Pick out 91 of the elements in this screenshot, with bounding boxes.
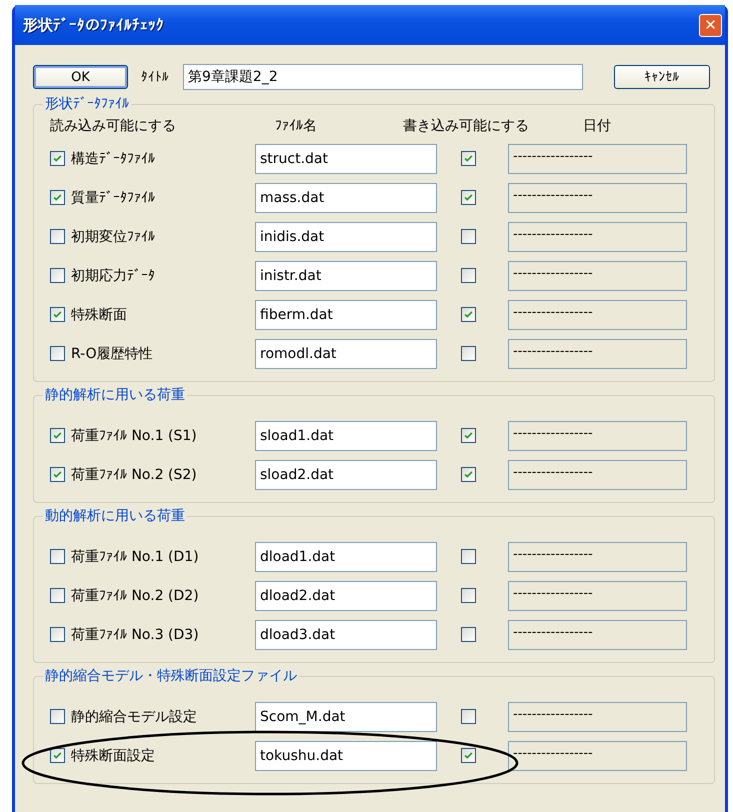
date-field: ----------------- xyxy=(508,222,687,252)
cancel-button[interactable]: ｷｬﾝｾﾙ xyxy=(614,65,710,89)
checkbox[interactable] xyxy=(461,748,476,763)
checkmark-icon xyxy=(463,192,474,203)
date-field: ----------------- xyxy=(508,620,687,650)
group-title: 静的縮合モデル・特殊断面設定ファイル xyxy=(44,667,298,685)
checkbox[interactable] xyxy=(461,588,476,603)
checkbox[interactable] xyxy=(50,467,65,482)
filename-field[interactable]: mass.dat xyxy=(255,182,437,212)
date-field: ----------------- xyxy=(508,182,687,212)
checkbox-label: 荷重ﾌｧｲﾙ No.2 (D2) xyxy=(71,586,199,604)
column-header: 書き込み可能にする xyxy=(403,117,530,135)
checkbox[interactable] xyxy=(461,549,476,564)
column-header: ﾌｧｲﾙ名 xyxy=(275,117,318,135)
checkbox[interactable] xyxy=(461,428,476,443)
checkbox[interactable] xyxy=(50,748,65,763)
checkbox-label: 荷重ﾌｧｲﾙ No.3 (D3) xyxy=(71,626,199,644)
checkbox-label: 構造ﾃﾞｰﾀﾌｧｲﾙ xyxy=(71,150,155,168)
checkmark-icon xyxy=(52,430,63,441)
checkbox-label: 荷重ﾌｧｲﾙ No.2 (S2) xyxy=(71,466,197,484)
window-title: 形状ﾃﾞｰﾀのﾌｧｲﾙﾁｪｯｸ xyxy=(23,16,164,34)
checkbox[interactable] xyxy=(50,549,65,564)
checkbox[interactable] xyxy=(50,229,65,244)
filename-field[interactable]: inistr.dat xyxy=(255,260,437,290)
checkbox[interactable] xyxy=(461,268,476,283)
checkbox[interactable] xyxy=(50,709,65,724)
close-button[interactable]: ✕ xyxy=(699,14,722,36)
filename-field[interactable]: inidis.dat xyxy=(255,222,437,252)
filename-field[interactable]: sload2.dat xyxy=(255,460,437,490)
date-field: ----------------- xyxy=(508,300,687,330)
date-field: ----------------- xyxy=(508,460,687,490)
checkbox[interactable] xyxy=(50,151,65,166)
title-field[interactable]: 第9章課題2_2 xyxy=(183,64,583,90)
checkbox[interactable] xyxy=(50,268,65,283)
checkmark-icon xyxy=(463,309,474,320)
checkmark-icon xyxy=(52,309,63,320)
checkbox-label: 静的縮合モデル設定 xyxy=(71,708,197,726)
date-field: ----------------- xyxy=(508,542,687,572)
checkbox-label: 荷重ﾌｧｲﾙ No.1 (S1) xyxy=(71,426,197,444)
ok-button[interactable]: OK xyxy=(33,65,128,89)
date-field: ----------------- xyxy=(508,420,687,450)
checkbox[interactable] xyxy=(461,627,476,642)
checkbox-label: 質量ﾃﾞｰﾀﾌｧｲﾙ xyxy=(71,188,155,206)
checkbox[interactable] xyxy=(50,627,65,642)
checkbox-label: 特殊断面設定 xyxy=(71,746,155,764)
checkbox[interactable] xyxy=(461,346,476,361)
filename-field[interactable]: romodl.dat xyxy=(255,338,437,368)
checkbox[interactable] xyxy=(461,307,476,322)
checkbox[interactable] xyxy=(461,709,476,724)
checkbox[interactable] xyxy=(50,428,65,443)
filename-field[interactable]: Scom_M.dat xyxy=(255,702,437,732)
filename-field[interactable]: sload1.dat xyxy=(255,420,437,450)
checkbox[interactable] xyxy=(50,346,65,361)
checkmark-icon xyxy=(463,469,474,480)
filename-field[interactable]: tokushu.dat xyxy=(255,740,437,770)
checkmark-icon xyxy=(52,750,63,761)
checkbox-label: R-O履歴特性 xyxy=(71,344,153,362)
filename-field[interactable]: dload1.dat xyxy=(255,542,437,572)
date-field: ----------------- xyxy=(508,338,687,368)
date-field: ----------------- xyxy=(508,580,687,610)
checkbox-label: 初期変位ﾌｧｲﾙ xyxy=(71,228,155,246)
column-header: 日付 xyxy=(583,117,612,135)
checkbox-label: 特殊断面 xyxy=(71,306,127,324)
checkbox-label: 荷重ﾌｧｲﾙ No.1 (D1) xyxy=(71,548,199,566)
date-field: ----------------- xyxy=(508,144,687,174)
checkbox[interactable] xyxy=(461,151,476,166)
checkmark-icon xyxy=(463,430,474,441)
group-title: 動的解析に用いる荷重 xyxy=(44,507,186,525)
checkmark-icon xyxy=(52,153,63,164)
checkmark-icon xyxy=(463,750,474,761)
checkbox-label: 初期応力ﾃﾞｰﾀ xyxy=(71,266,155,284)
title-label: ﾀｲﾄﾙ xyxy=(141,70,170,84)
filename-field[interactable]: struct.dat xyxy=(255,144,437,174)
date-field: ----------------- xyxy=(508,260,687,290)
group-title: 静的解析に用いる荷重 xyxy=(44,386,186,404)
checkmark-icon xyxy=(52,192,63,203)
filename-field[interactable]: dload3.dat xyxy=(255,620,437,650)
checkbox[interactable] xyxy=(461,229,476,244)
column-header: 読み込み可能にする xyxy=(50,117,177,135)
filename-field[interactable]: fiberm.dat xyxy=(255,300,437,330)
checkbox[interactable] xyxy=(50,307,65,322)
date-field: ----------------- xyxy=(508,740,687,770)
checkmark-icon xyxy=(52,469,63,480)
checkbox[interactable] xyxy=(461,467,476,482)
group-title: 形状ﾃﾞｰﾀﾌｧｲﾙ xyxy=(44,95,130,113)
checkmark-icon xyxy=(463,153,474,164)
filename-field[interactable]: dload2.dat xyxy=(255,580,437,610)
date-field: ----------------- xyxy=(508,702,687,732)
checkbox[interactable] xyxy=(50,190,65,205)
checkbox[interactable] xyxy=(50,588,65,603)
checkbox[interactable] xyxy=(461,190,476,205)
